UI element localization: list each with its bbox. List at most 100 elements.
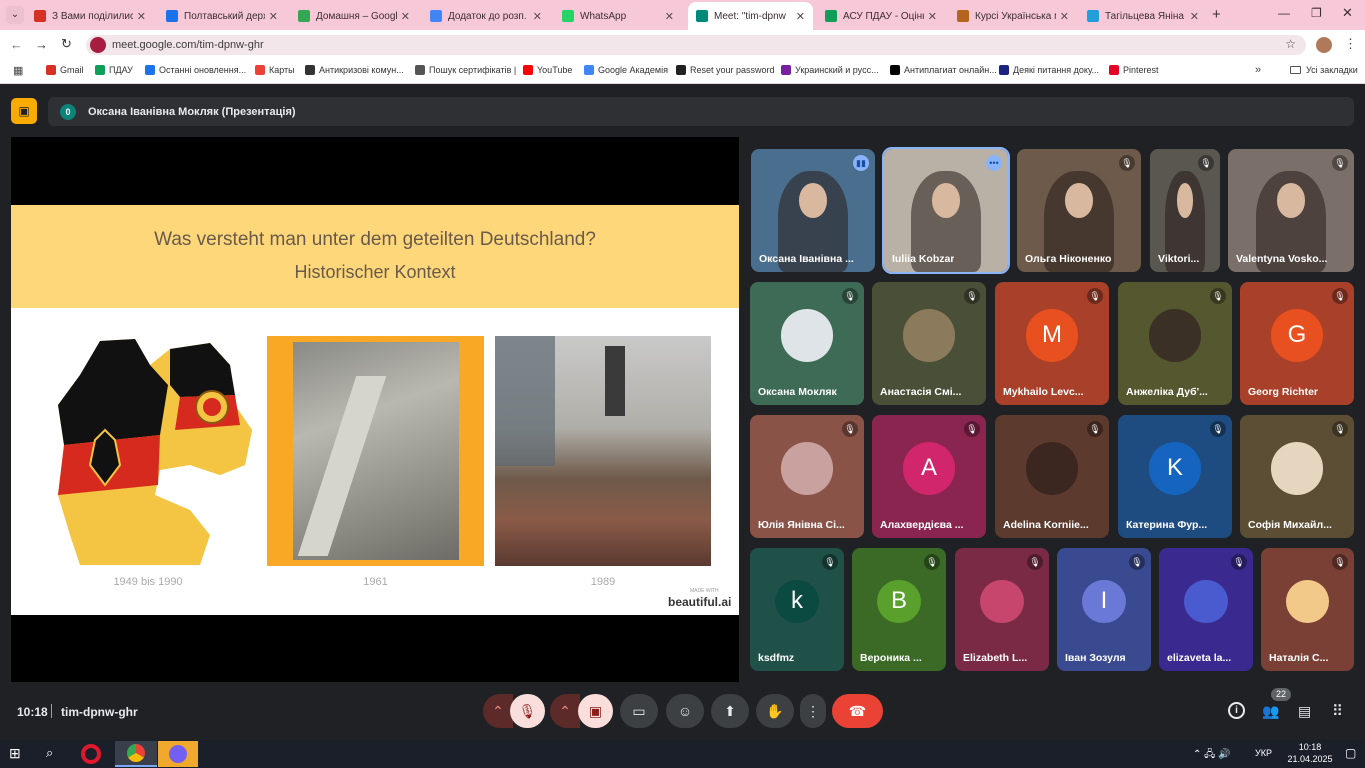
participant-tile[interactable]: 🎙 elizaveta la... bbox=[1159, 548, 1253, 671]
opera-icon[interactable] bbox=[81, 744, 101, 764]
bookmark-item[interactable]: Деякі питання доку... bbox=[999, 65, 1099, 75]
participant-tile[interactable]: 🎙 Adelina Korniie... bbox=[995, 415, 1109, 538]
bookmark-item[interactable]: Останні оновлення... bbox=[145, 65, 246, 75]
raise-hand-button[interactable]: ✋ bbox=[756, 694, 794, 728]
bookmark-item[interactable]: Reset your password bbox=[676, 65, 775, 75]
bookmark-item[interactable]: YouTube bbox=[523, 65, 572, 75]
close-tab-icon[interactable]: ✕ bbox=[1190, 10, 1199, 23]
participant-tile[interactable]: I 🎙 Іван Зозуля bbox=[1057, 548, 1151, 671]
back-icon[interactable]: ← bbox=[10, 37, 23, 52]
reload-icon[interactable]: ↻ bbox=[61, 36, 72, 52]
participant-tile[interactable]: 🎙 Оксана Мокляк bbox=[750, 282, 864, 405]
minimize-button[interactable]: — bbox=[1278, 6, 1290, 20]
more-bookmarks-icon[interactable]: » bbox=[1255, 64, 1261, 76]
close-tab-icon[interactable]: ✕ bbox=[137, 10, 146, 23]
participant-tile[interactable]: 🎙 Софія Михайл... bbox=[1240, 415, 1354, 538]
participant-tile[interactable]: ▮▮ Оксана Іванівна ... bbox=[751, 149, 875, 272]
clock-date[interactable]: 21.04.2025 bbox=[1282, 754, 1338, 764]
camera-toggle-button[interactable]: ▣ bbox=[578, 694, 613, 728]
bookmark-item[interactable]: Украинский и русс... bbox=[781, 65, 879, 75]
bookmark-icon bbox=[255, 65, 265, 75]
chat-icon[interactable]: ▤ bbox=[1298, 703, 1311, 720]
bookmark-star-icon[interactable]: ☆ bbox=[1285, 37, 1296, 51]
camera-options-chevron[interactable]: ⌃ bbox=[550, 694, 580, 728]
close-tab-icon[interactable]: ✕ bbox=[665, 10, 674, 23]
bookmark-item[interactable]: Gmail bbox=[46, 65, 84, 75]
participant-tile[interactable]: 🎙 Анастасія Смі... bbox=[872, 282, 986, 405]
input-language[interactable]: УКР bbox=[1255, 748, 1272, 758]
participant-name: Georg Richter bbox=[1248, 386, 1319, 398]
activities-icon[interactable]: ⠿ bbox=[1332, 702, 1343, 720]
mic-toggle-button[interactable]: 🎙 bbox=[510, 694, 545, 728]
participant-tile[interactable]: 🎙 Ольга Ніконенко bbox=[1017, 149, 1141, 272]
participant-tile[interactable]: 🎙 Valentyna Vosko... bbox=[1228, 149, 1354, 272]
camera-off-icon: ▣ bbox=[588, 702, 603, 719]
bookmark-label: Останні оновлення... bbox=[159, 65, 247, 75]
presenter-pill[interactable]: 0 Оксана Іванівна Мокляк (Презентація) bbox=[48, 97, 1354, 126]
close-tab-icon[interactable]: ✕ bbox=[928, 10, 937, 23]
participant-tile[interactable]: B 🎙 Вероника ... bbox=[852, 548, 946, 671]
new-tab-button[interactable]: + bbox=[1212, 6, 1221, 23]
url-bar[interactable]: meet.google.com/tim-dpnw-ghr ☆ bbox=[86, 35, 1306, 55]
participant-avatar bbox=[1184, 579, 1228, 624]
browser-menu-icon[interactable]: ⋮ bbox=[1344, 36, 1357, 52]
captions-button[interactable]: ▭ bbox=[620, 694, 658, 728]
profile-avatar[interactable] bbox=[1316, 37, 1332, 53]
participant-tile[interactable]: A 🎙 Алахвердієва ... bbox=[872, 415, 986, 538]
bookmark-item[interactable]: Антиплагиат онлайн... bbox=[890, 65, 997, 75]
site-info-icon[interactable] bbox=[90, 37, 106, 53]
more-options-button[interactable]: ⋮ bbox=[800, 694, 826, 728]
tray-icons[interactable]: ⌃ 🖧 🔊 bbox=[1193, 747, 1231, 764]
forward-icon[interactable]: → bbox=[35, 37, 48, 52]
bookmark-item[interactable]: ПДАУ bbox=[95, 65, 133, 75]
close-tab-icon[interactable]: ✕ bbox=[401, 10, 410, 23]
participant-tile[interactable]: G 🎙 Georg Richter bbox=[1240, 282, 1354, 405]
browser-tab[interactable]: АСУ ПДАУ - Оцінки ✕ bbox=[817, 4, 945, 28]
leave-call-button[interactable]: ☎ bbox=[832, 694, 883, 728]
participant-tile[interactable]: 🎙 Юлія Янівна Сі... bbox=[750, 415, 864, 538]
windows-start-icon[interactable]: ⊞ bbox=[9, 745, 21, 762]
participant-tile[interactable]: 🎙 Viktori... bbox=[1150, 149, 1220, 272]
mic-options-chevron[interactable]: ⌃ bbox=[483, 694, 513, 728]
viber-icon[interactable] bbox=[158, 741, 198, 767]
browser-tab[interactable]: Домашня – Google Д ✕ bbox=[290, 4, 418, 28]
participant-tile[interactable]: ••• Iuliia Kobzar bbox=[882, 147, 1010, 274]
people-icon[interactable]: 👥 bbox=[1262, 703, 1279, 720]
notifications-icon[interactable]: ▢ bbox=[1345, 746, 1356, 760]
browser-tab[interactable]: Полтавський держав ✕ bbox=[158, 4, 286, 28]
clock-time[interactable]: 10:18 bbox=[1290, 742, 1330, 752]
bookmark-item[interactable]: Pinterest bbox=[1109, 65, 1159, 75]
bookmark-item[interactable]: Google Академія bbox=[584, 65, 668, 75]
apps-grid-icon[interactable]: ▦ bbox=[13, 64, 23, 77]
present-button[interactable]: ⬆ bbox=[711, 694, 749, 728]
close-tab-icon[interactable]: ✕ bbox=[533, 10, 542, 23]
tab-list-dropdown[interactable]: ⌄ bbox=[6, 6, 24, 24]
chrome-taskbar-icon[interactable] bbox=[115, 741, 157, 767]
close-tab-icon[interactable]: ✕ bbox=[269, 10, 278, 23]
participant-tile[interactable]: K 🎙 Катерина Фур... bbox=[1118, 415, 1232, 538]
restore-button[interactable]: ❐ bbox=[1311, 6, 1322, 20]
close-tab-icon[interactable]: ✕ bbox=[1060, 10, 1069, 23]
browser-tab[interactable]: Курсі Українська мо ✕ bbox=[949, 4, 1077, 28]
browser-tab[interactable]: WhatsApp ✕ bbox=[554, 4, 682, 28]
participant-tile[interactable]: 🎙 Анжеліка Дуб'... bbox=[1118, 282, 1232, 405]
bookmark-item[interactable]: Пошук сертифікатів | bbox=[415, 65, 516, 75]
search-icon[interactable]: ⌕ bbox=[46, 745, 53, 761]
participant-tile[interactable]: M 🎙 Mykhailo Levc... bbox=[995, 282, 1109, 405]
browser-tab[interactable]: З Вами поділилися д ✕ bbox=[26, 4, 154, 28]
mic-off-icon: 🎙 bbox=[1027, 554, 1043, 570]
participant-tile[interactable]: k 🎙 ksdfmz bbox=[750, 548, 844, 671]
emoji-button[interactable]: ☺ bbox=[666, 694, 704, 728]
browser-tab[interactable]: Meet: "tim-dpnw ✕ bbox=[688, 2, 813, 30]
presentation-icon[interactable]: ▣ bbox=[11, 98, 37, 124]
participant-tile[interactable]: 🎙 Наталія С... bbox=[1261, 548, 1354, 671]
participant-tile[interactable]: 🎙 Elizabeth L... bbox=[955, 548, 1049, 671]
browser-tab[interactable]: Тагільцева Яніна Ми ✕ bbox=[1079, 4, 1207, 28]
all-bookmarks[interactable]: Усі закладки bbox=[1290, 65, 1358, 75]
bookmark-item[interactable]: Карты bbox=[255, 65, 295, 75]
close-tab-icon[interactable]: ✕ bbox=[796, 10, 805, 23]
bookmark-item[interactable]: Антикризові комун... bbox=[305, 65, 404, 75]
meeting-info-icon[interactable]: i bbox=[1228, 702, 1245, 719]
browser-tab[interactable]: Додаток до розп. № ✕ bbox=[422, 4, 550, 28]
close-window-button[interactable]: ✕ bbox=[1342, 5, 1353, 21]
